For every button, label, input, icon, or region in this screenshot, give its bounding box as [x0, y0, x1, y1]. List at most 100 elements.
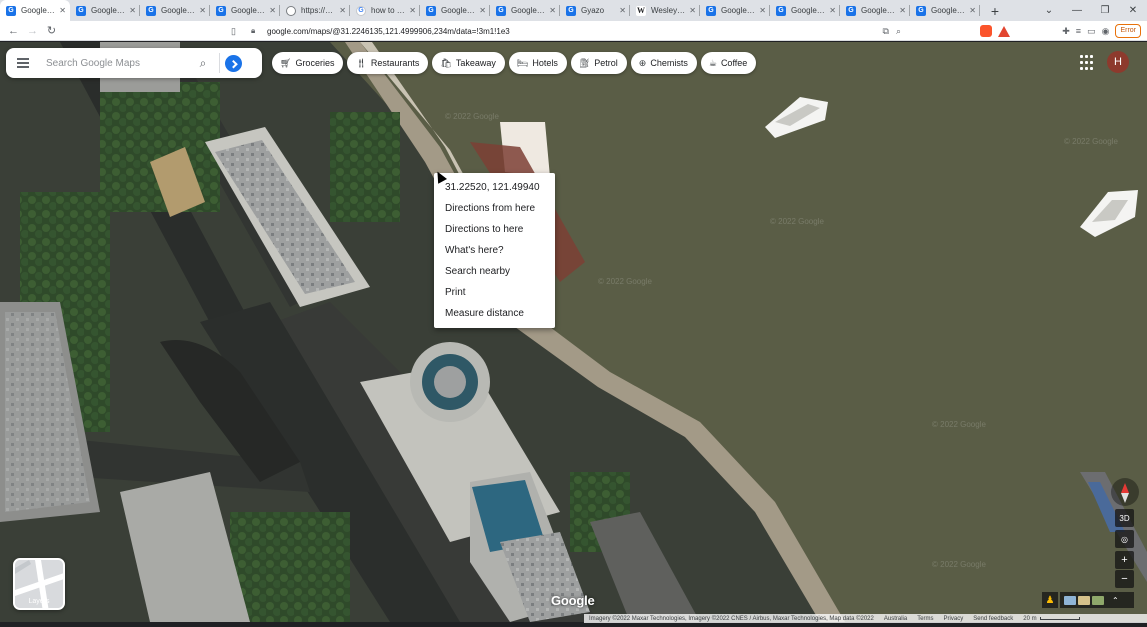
- menu-button[interactable]: [6, 48, 40, 78]
- browser-tab[interactable]: G Google Maps✕: [210, 0, 280, 21]
- chip-coffee[interactable]: ☕︎ Coffee: [700, 52, 757, 74]
- my-location-button[interactable]: ◎: [1115, 530, 1134, 548]
- context-menu-item[interactable]: What's here?: [434, 240, 555, 261]
- browser-tab[interactable]: G Google Maps✕: [840, 0, 910, 21]
- close-tab-icon[interactable]: ✕: [549, 6, 556, 15]
- restore-button[interactable]: ❐: [1091, 5, 1119, 16]
- apps-grid-icon[interactable]: [1080, 55, 1096, 71]
- browser-tab[interactable]: G Google Ma ✕: [0, 0, 70, 21]
- chip-restaurants[interactable]: 🍴︎ Restaurants: [347, 52, 429, 74]
- close-tab-icon[interactable]: ✕: [899, 6, 906, 15]
- maps-favicon-icon: G: [496, 5, 506, 16]
- browser-tab[interactable]: G Google Maps✕: [490, 0, 560, 21]
- tab-title: how to take a: [371, 6, 406, 15]
- profile-icon[interactable]: ◉: [1102, 26, 1110, 37]
- map-canvas[interactable]: © 2022 Google © 2022 Google © 2022 Googl…: [0, 42, 1147, 622]
- browser-tab[interactable]: G Google Maps✕: [700, 0, 770, 21]
- chip-hotels[interactable]: 🛏︎ Hotels: [508, 52, 567, 74]
- omnibox[interactable]: ▯ 🔒︎ google.com/maps/@31.2246135,121.499…: [231, 23, 901, 39]
- country-link[interactable]: Australia: [879, 616, 912, 622]
- browser-tab[interactable]: Ghow to take a✕: [350, 0, 420, 21]
- zoom-out-button[interactable]: −: [1115, 570, 1134, 588]
- imagery-thumbnail[interactable]: [1078, 595, 1090, 605]
- browser-tab[interactable]: G Google Maps✕: [140, 0, 210, 21]
- extensions-icon[interactable]: ✚: [1062, 26, 1070, 37]
- context-menu-item[interactable]: Search nearby: [434, 261, 555, 282]
- compass-button[interactable]: [1111, 478, 1139, 506]
- new-tab-button[interactable]: +: [986, 2, 1004, 20]
- browser-tab[interactable]: G Google Maps✕: [770, 0, 840, 21]
- imagery-thumbnail[interactable]: [1092, 595, 1104, 605]
- close-tab-icon[interactable]: ✕: [619, 6, 626, 15]
- reload-button[interactable]: ↻: [42, 21, 61, 40]
- bookmark-icon[interactable]: ▯: [231, 26, 243, 37]
- imagery-thumbnails[interactable]: ⌃: [1060, 592, 1134, 608]
- maps-favicon-icon: G: [76, 5, 86, 16]
- close-tab-icon[interactable]: ✕: [479, 6, 486, 15]
- brave-shield-icon[interactable]: [980, 25, 993, 37]
- close-tab-icon[interactable]: ✕: [409, 6, 416, 15]
- sidebar-icon[interactable]: ▭: [1087, 26, 1096, 37]
- warning-icon[interactable]: [998, 25, 1011, 37]
- maps-favicon-icon: G: [846, 5, 856, 16]
- account-avatar[interactable]: H: [1107, 51, 1129, 73]
- browser-tab[interactable]: https://gyazo✕: [280, 0, 350, 21]
- scale-bar[interactable]: 20 m: [1018, 616, 1084, 622]
- lock-icon[interactable]: 🔒︎: [251, 26, 263, 36]
- search-input[interactable]: [40, 57, 190, 69]
- close-tab-icon[interactable]: ✕: [969, 6, 976, 15]
- category-chips: 🛒︎ Groceries 🍴︎ Restaurants 🛍︎ Takeaway 🛏︎ Hote…: [272, 52, 757, 74]
- chip-label: Groceries: [295, 58, 335, 68]
- browser-tab[interactable]: G Gyazo ✕: [560, 0, 630, 21]
- zoom-icon[interactable]: ⌕: [896, 26, 901, 37]
- directions-button[interactable]: [221, 50, 246, 76]
- satellite-imagery: [0, 42, 1147, 622]
- context-menu-item[interactable]: Measure distance: [434, 303, 555, 324]
- minimize-button[interactable]: —: [1063, 5, 1091, 16]
- close-tab-icon[interactable]: ✕: [59, 6, 66, 15]
- map-watermark: © 2022 Google: [598, 277, 652, 286]
- close-tab-icon[interactable]: ✕: [339, 6, 346, 15]
- media-icon[interactable]: ≡: [1076, 26, 1081, 36]
- terms-link[interactable]: Terms: [912, 616, 938, 622]
- tab-strip: GGoogle Ma✕GGoogle Maps✕GGoogle Maps✕GGo…: [0, 0, 1147, 21]
- pegman-icon[interactable]: ♟: [1042, 592, 1058, 608]
- search-icon[interactable]: ⌕: [193, 56, 213, 71]
- imagery-thumbnail[interactable]: [1064, 595, 1076, 605]
- chip-chemists[interactable]: ⊕ Chemists: [630, 52, 697, 74]
- back-button[interactable]: ←: [4, 21, 23, 40]
- close-tab-icon[interactable]: ✕: [829, 6, 836, 15]
- extensions-area: ✚ ≡ ▭ ◉ Error: [980, 23, 1141, 39]
- install-icon[interactable]: ⧉: [883, 26, 889, 37]
- send-feedback-link[interactable]: Send feedback: [968, 616, 1018, 622]
- forward-button[interactable]: →: [23, 21, 42, 40]
- close-tab-icon[interactable]: ✕: [759, 6, 766, 15]
- tab-search-icon[interactable]: ⌄: [1035, 5, 1063, 16]
- close-tab-icon[interactable]: ✕: [269, 6, 276, 15]
- chip-groceries[interactable]: 🛒︎ Groceries: [272, 52, 344, 74]
- url-text[interactable]: google.com/maps/@31.2246135,121.4999906,…: [267, 27, 876, 36]
- expand-icon[interactable]: ⌃: [1112, 596, 1119, 605]
- browser-tab[interactable]: G Google Maps✕: [420, 0, 490, 21]
- chip-takeaway[interactable]: 🛍︎ Takeaway: [432, 52, 505, 74]
- close-tab-icon[interactable]: ✕: [689, 6, 696, 15]
- chip-label: Chemists: [650, 58, 688, 68]
- tab-title: Google Maps: [91, 6, 126, 15]
- tilt-3d-button[interactable]: 3D: [1115, 509, 1134, 527]
- layers-button[interactable]: Layers: [13, 558, 65, 610]
- privacy-link[interactable]: Privacy: [939, 616, 969, 622]
- browser-tab[interactable]: W Wesley (footb✕: [630, 0, 700, 21]
- close-tab-icon[interactable]: ✕: [129, 6, 136, 15]
- close-window-button[interactable]: ✕: [1119, 5, 1147, 16]
- context-menu-item[interactable]: Print: [434, 282, 555, 303]
- browser-tab[interactable]: G Google Maps✕: [910, 0, 980, 21]
- error-button[interactable]: Error: [1115, 24, 1141, 38]
- chip-petrol[interactable]: ⛽︎ Petrol: [570, 52, 627, 74]
- context-menu-item[interactable]: Directions to here: [434, 219, 555, 240]
- scale-label: 20 m: [1023, 615, 1037, 622]
- context-menu-coordinates[interactable]: 31.22520, 121.49940: [434, 177, 555, 198]
- zoom-in-button[interactable]: +: [1115, 551, 1134, 569]
- close-tab-icon[interactable]: ✕: [199, 6, 206, 15]
- browser-tab[interactable]: G Google Maps✕: [70, 0, 140, 21]
- context-menu-item[interactable]: Directions from here: [434, 198, 555, 219]
